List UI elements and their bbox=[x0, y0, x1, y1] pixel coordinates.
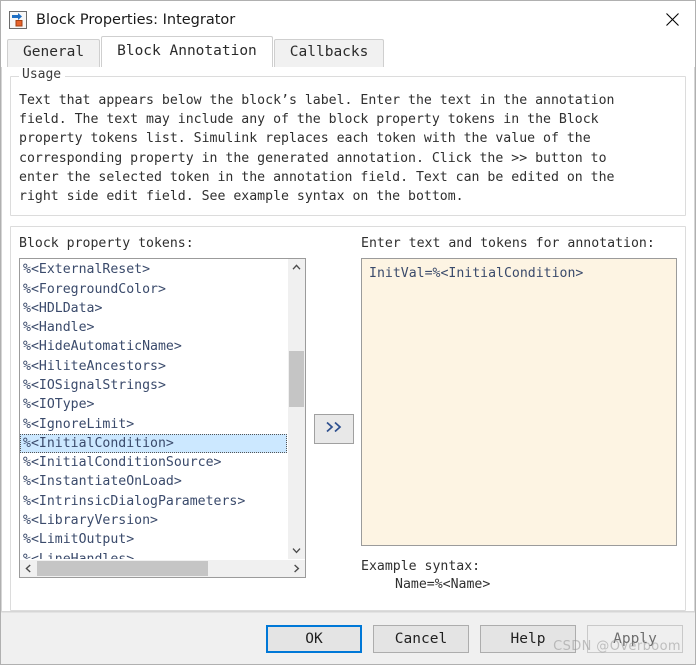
tokens-scroll-track[interactable] bbox=[288, 276, 305, 543]
token-list-item[interactable]: %<ForegroundColor> bbox=[20, 280, 287, 299]
tokens-listbox[interactable]: %<ExternalReset> %<ForegroundColor> %<HDLD… bbox=[19, 258, 306, 579]
chevron-right-icon[interactable] bbox=[288, 560, 305, 577]
example-syntax-sample: Name=%<Name> bbox=[395, 577, 491, 593]
token-list-item[interactable]: %<LibraryVersion> bbox=[20, 511, 287, 530]
tab-general[interactable]: General bbox=[7, 39, 101, 67]
window-title: Block Properties: Integrator bbox=[36, 11, 236, 28]
token-list-item[interactable]: %<InitialConditionSource> bbox=[20, 453, 287, 472]
simulink-block-icon bbox=[9, 10, 27, 29]
token-list-item[interactable]: %<Handle> bbox=[20, 318, 287, 337]
chevron-down-icon[interactable] bbox=[288, 542, 305, 560]
tokens-list-label: Block property tokens: bbox=[19, 236, 194, 252]
tokens-list[interactable]: %<ExternalReset> %<ForegroundColor> %<HDLD… bbox=[20, 259, 287, 559]
tokens-column: Block property tokens: %<ExternalReset>%… bbox=[19, 236, 306, 602]
tokens-hscroll-track[interactable] bbox=[37, 560, 288, 577]
annotation-value: InitVal=%<InitialCondition> bbox=[369, 266, 584, 282]
chevron-left-icon[interactable] bbox=[20, 560, 37, 577]
ok-button[interactable]: OK bbox=[266, 624, 362, 653]
chevron-up-icon[interactable] bbox=[288, 259, 305, 277]
usage-description: Text that appears below the block’s labe… bbox=[19, 93, 615, 205]
usage-group-legend: Usage bbox=[19, 67, 66, 82]
block-properties-dialog: Block Properties: Integrator General Blo… bbox=[0, 0, 696, 665]
tab-content-block-annotation: Usage Text that appears below the block’… bbox=[1, 67, 695, 612]
usage-group: Usage Text that appears below the block’… bbox=[10, 67, 686, 217]
annotation-textarea[interactable]: InitVal=%<InitialCondition> bbox=[361, 258, 677, 547]
apply-button: Apply bbox=[587, 624, 683, 653]
editor-columns: Block property tokens: %<ExternalReset>%… bbox=[19, 236, 677, 602]
token-list-item[interactable]: %<HiliteAncestors> bbox=[20, 357, 287, 376]
token-list-item[interactable]: %<HDLData> bbox=[20, 299, 287, 318]
title-bar: Block Properties: Integrator bbox=[1, 1, 695, 38]
help-button[interactable]: Help bbox=[480, 624, 576, 653]
token-list-item[interactable]: %<InstantiateOnLoad> bbox=[20, 472, 287, 491]
double-chevron-right-icon bbox=[324, 420, 344, 438]
tokens-listbox-inner: %<ExternalReset> %<ForegroundColor> %<HDLD… bbox=[20, 259, 305, 560]
token-list-item[interactable]: %<IgnoreLimit> bbox=[20, 415, 287, 434]
token-list-item[interactable]: %<IOSignalStrings> bbox=[20, 376, 287, 395]
token-list-item[interactable]: %<IntrinsicDialogParameters> bbox=[20, 492, 287, 511]
close-button[interactable] bbox=[649, 1, 695, 37]
annotation-label: Enter text and tokens for annotation: bbox=[361, 236, 655, 252]
tokens-vertical-scrollbar[interactable] bbox=[287, 259, 305, 560]
tokens-horizontal-scrollbar[interactable] bbox=[20, 559, 305, 578]
example-syntax-title: Example syntax: bbox=[361, 559, 481, 575]
annotation-column: Enter text and tokens for annotation: In… bbox=[361, 236, 677, 602]
tab-callbacks[interactable]: Callbacks bbox=[273, 39, 385, 67]
cancel-button[interactable]: Cancel bbox=[373, 624, 469, 653]
token-list-item[interactable]: %<IOType> bbox=[20, 395, 287, 414]
token-list-item[interactable]: %<ExternalReset> bbox=[20, 260, 287, 279]
transfer-column bbox=[306, 236, 361, 602]
example-syntax: Example syntax: Name=%<Name> bbox=[361, 558, 677, 594]
tab-strip: General Block Annotation Callbacks bbox=[1, 36, 695, 67]
token-list-item[interactable]: %<LimitOutput> bbox=[20, 530, 287, 549]
token-list-item[interactable]: %<InitialCondition> bbox=[20, 433, 287, 454]
tab-block-annotation[interactable]: Block Annotation bbox=[101, 36, 273, 67]
annotation-editor-panel: Block property tokens: %<ExternalReset>%… bbox=[10, 226, 686, 611]
tokens-hscroll-thumb[interactable] bbox=[37, 561, 208, 577]
tokens-scroll-thumb[interactable] bbox=[289, 350, 304, 407]
insert-token-button[interactable] bbox=[313, 414, 354, 445]
token-list-item[interactable]: %<LineHandles> bbox=[20, 550, 287, 560]
dialog-footer: OK Cancel Help Apply CSDN @Overboom bbox=[1, 612, 695, 664]
token-list-item[interactable]: %<HideAutomaticName> bbox=[20, 337, 287, 356]
